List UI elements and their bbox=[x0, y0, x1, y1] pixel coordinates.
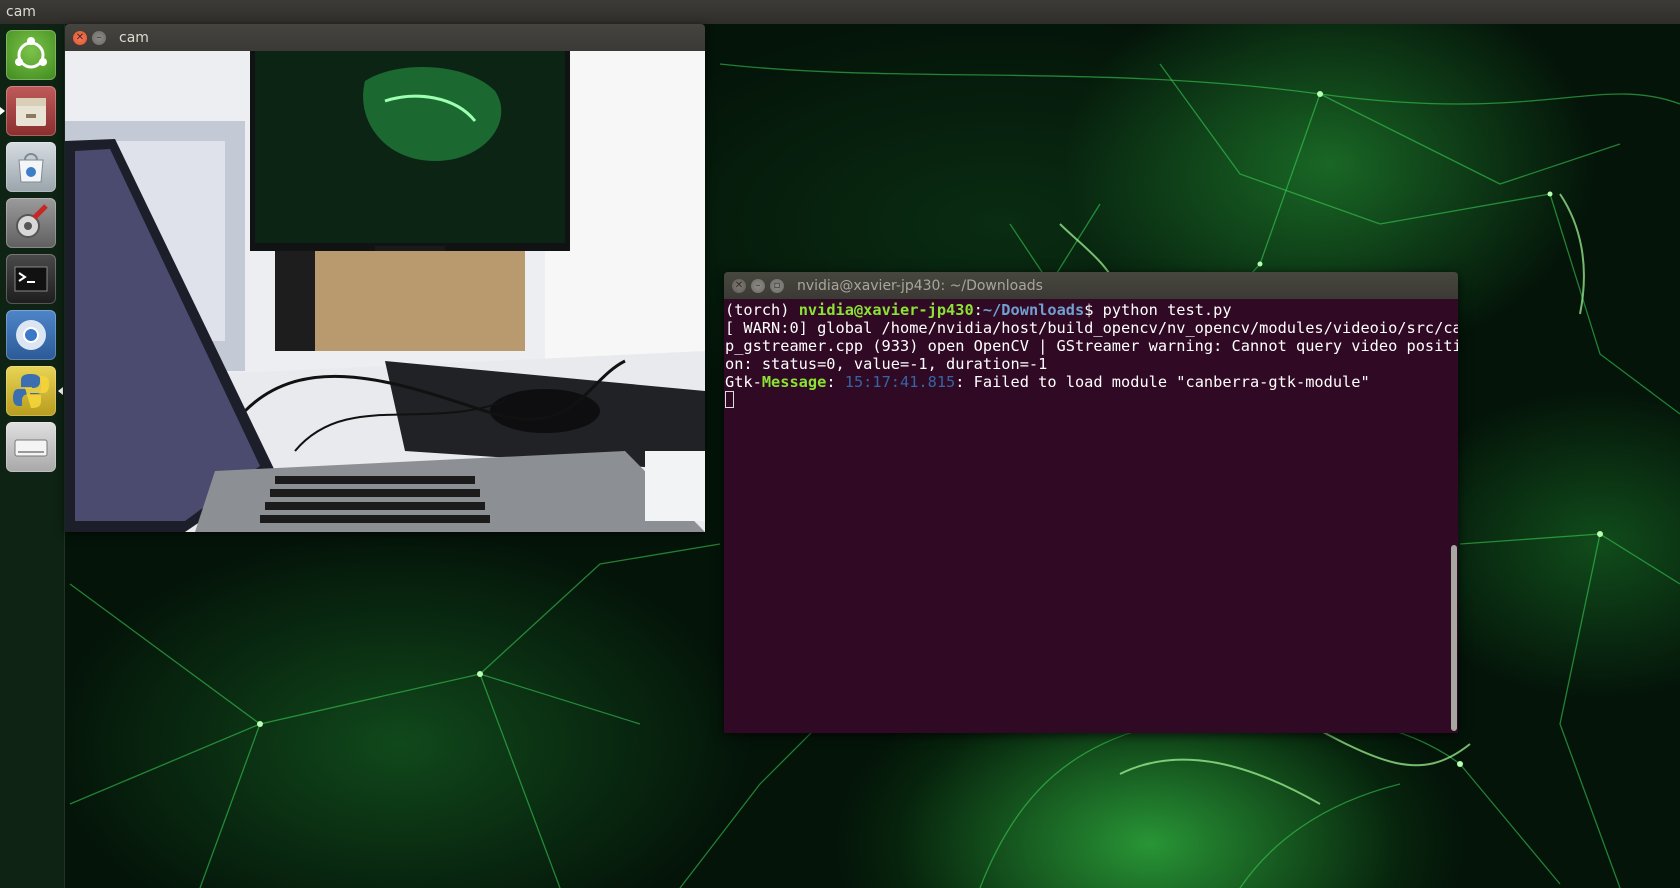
python-icon[interactable] bbox=[6, 366, 56, 416]
close-button[interactable]: ✕ bbox=[732, 279, 746, 293]
cam-window: ✕ – cam bbox=[65, 24, 705, 532]
active-window-title: cam bbox=[6, 4, 36, 20]
gtk-message-line: Gtk-Message: 15:17:41.815: Failed to loa… bbox=[725, 373, 1458, 391]
terminal-window: ✕ – ▫ nvidia@xavier-jp430: ~/Downloads (… bbox=[724, 272, 1458, 733]
prompt-dollar: $ bbox=[1084, 301, 1103, 319]
prompt-env: (torch) bbox=[725, 301, 799, 319]
system-settings-icon[interactable] bbox=[6, 198, 56, 248]
gtk-colon: : bbox=[826, 373, 845, 391]
output-line: p_gstreamer.cpp (933) open OpenCV | GStr… bbox=[725, 337, 1458, 355]
output-line: [ WARN:0] global /home/nvidia/host/build… bbox=[725, 319, 1458, 337]
ubuntu-dash-icon[interactable] bbox=[6, 30, 56, 80]
files-icon[interactable] bbox=[6, 86, 56, 136]
launcher bbox=[0, 24, 65, 888]
prompt-separator: : bbox=[973, 301, 983, 319]
maximize-button[interactable]: ▫ bbox=[770, 279, 784, 293]
terminal-output[interactable]: (torch) nvidia@xavier-jp430:~/Downloads$… bbox=[724, 299, 1458, 733]
command-text: python test.py bbox=[1102, 301, 1232, 319]
gtk-message-text: : Failed to load module "canberra-gtk-mo… bbox=[955, 373, 1370, 391]
prompt-line: (torch) nvidia@xavier-jp430:~/Downloads$… bbox=[725, 301, 1458, 319]
minimize-button[interactable]: – bbox=[751, 279, 765, 293]
close-button[interactable]: ✕ bbox=[73, 31, 87, 45]
running-indicator bbox=[0, 107, 5, 115]
gtk-prefix: Gtk- bbox=[725, 373, 762, 391]
prompt-user: nvidia@xavier-jp430 bbox=[798, 301, 974, 319]
chromium-icon[interactable] bbox=[6, 310, 56, 360]
drive-icon[interactable] bbox=[6, 422, 56, 472]
cursor-line bbox=[725, 391, 1458, 409]
cam-titlebar[interactable]: ✕ – cam bbox=[65, 24, 705, 51]
terminal-titlebar[interactable]: ✕ – ▫ nvidia@xavier-jp430: ~/Downloads bbox=[724, 272, 1458, 299]
software-center-icon[interactable] bbox=[6, 142, 56, 192]
prompt-path: ~/Downloads bbox=[982, 301, 1085, 319]
top-panel: cam bbox=[0, 0, 1680, 24]
terminal-window-title: nvidia@xavier-jp430: ~/Downloads bbox=[797, 278, 1043, 294]
camera-image bbox=[65, 51, 705, 532]
cam-window-title: cam bbox=[119, 30, 149, 46]
terminal-scrollbar[interactable] bbox=[1451, 545, 1457, 731]
terminal-icon[interactable] bbox=[6, 254, 56, 304]
gtk-timestamp: 15:17:41.815 bbox=[844, 373, 956, 391]
terminal-cursor bbox=[725, 391, 734, 408]
output-line: on: status=0, value=-1, duration=-1 bbox=[725, 355, 1048, 373]
minimize-button[interactable]: – bbox=[92, 31, 106, 45]
camera-feed bbox=[65, 51, 705, 532]
gtk-label: Message bbox=[761, 373, 827, 391]
focus-indicator bbox=[58, 387, 63, 395]
